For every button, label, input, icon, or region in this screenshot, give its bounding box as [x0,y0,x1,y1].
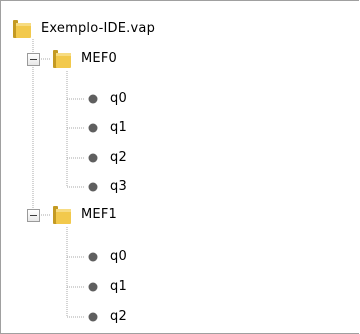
tree-node-label: q1 [110,279,127,294]
state-dot-icon [88,252,98,262]
tree-node-label: q2 [110,150,127,165]
collapse-toggle-mef1[interactable] [27,209,40,222]
folder-icon [53,206,71,224]
tree-node-root[interactable]: Exemplo-IDE.vap [12,17,156,41]
tree-node-label: MEF0 [81,51,117,66]
tree-node-state[interactable]: q2 [88,146,128,170]
state-dot-icon [88,282,98,292]
tree-node-label: q1 [110,120,127,135]
tree-node-state[interactable]: q0 [88,87,128,111]
folder-icon [13,20,31,38]
tree-node-label: MEF1 [81,207,117,222]
tree-node-label: q0 [110,91,127,106]
minus-icon [30,59,37,60]
folder-icon [53,50,71,68]
tree-node-mef1[interactable]: MEF1 [52,203,118,227]
state-dot-icon [88,94,98,104]
state-dot-icon [88,312,98,322]
tree-node-label: q0 [110,249,127,264]
tree-node-state[interactable]: q2 [88,305,128,329]
tree-node-state[interactable]: q0 [88,245,128,269]
minus-icon [30,215,37,216]
tree-node-state[interactable]: q3 [88,175,128,199]
tree-node-mef0[interactable]: MEF0 [52,47,118,71]
state-dot-icon [88,153,98,163]
tree-node-label: Exemplo-IDE.vap [41,21,156,36]
tree-node-state[interactable]: q1 [88,275,128,299]
state-dot-icon [88,123,98,133]
tree-node-label: q2 [110,309,127,324]
tree-node-state[interactable]: q1 [88,116,128,140]
collapse-toggle-mef0[interactable] [27,53,40,66]
tree-node-label: q3 [110,179,127,194]
project-tree[interactable]: Exemplo-IDE.vap MEF0 q0 q1 q2 q3 MEF1 q0… [0,0,359,334]
state-dot-icon [88,182,98,192]
